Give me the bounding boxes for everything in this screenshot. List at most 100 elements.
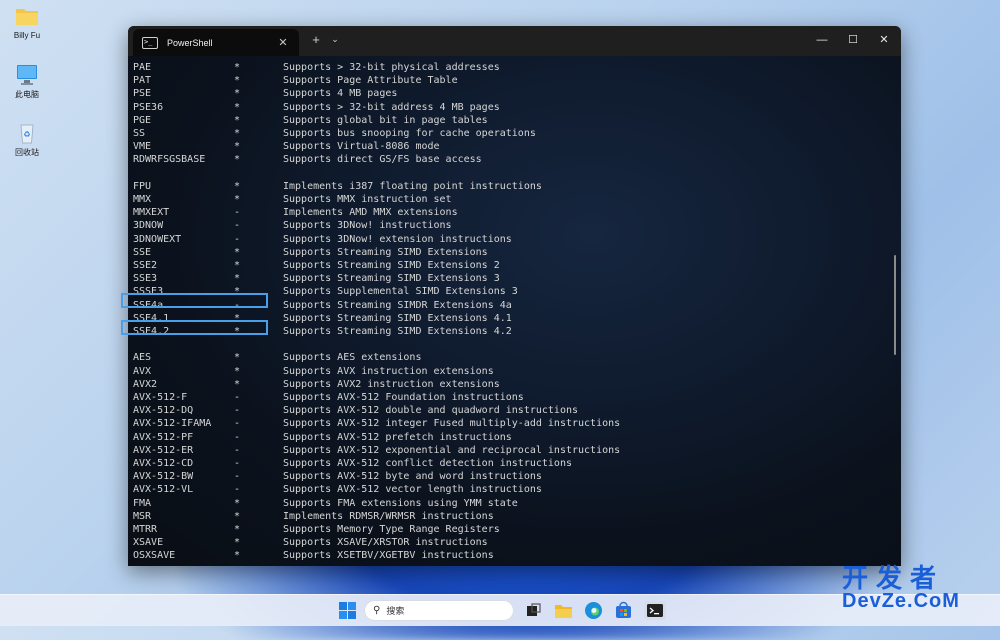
terminal-flag: * bbox=[234, 75, 241, 87]
terminal-name: AES bbox=[133, 352, 152, 364]
terminal-desc: Supports Streaming SIMD Extensions 4.1 bbox=[283, 312, 512, 324]
terminal-desc: Implements RDMSR/WRMSR instructions bbox=[283, 510, 494, 522]
terminal-desc: Supports AES extensions bbox=[283, 352, 422, 364]
terminal-name: AVX-512-DQ bbox=[133, 405, 194, 417]
terminal-name: FMA bbox=[133, 497, 152, 509]
terminal-flag: * bbox=[234, 114, 241, 126]
svg-text:♻: ♻ bbox=[23, 130, 30, 139]
terminal-icon[interactable] bbox=[644, 601, 666, 620]
terminal-desc: Supports AVX instruction extensions bbox=[283, 365, 494, 377]
terminal-name: AVX-512-PF bbox=[133, 431, 194, 443]
terminal-flag: - bbox=[234, 392, 241, 403]
terminal-desc: Supports Page Attribute Table bbox=[283, 75, 458, 87]
new-tab-button[interactable]: + bbox=[309, 32, 323, 47]
tab-powershell[interactable]: >_ PowerShell ✕ bbox=[133, 29, 299, 56]
terminal-flag: - bbox=[234, 405, 241, 417]
terminal-name: RDWRFSGSBASE bbox=[133, 154, 206, 166]
terminal-flag: * bbox=[234, 154, 241, 166]
terminal-desc: Supports 3DNow! instructions bbox=[283, 220, 452, 232]
watermark-line2: DevZe.CoM bbox=[842, 590, 960, 612]
terminal-desc: Supports 4 MB pages bbox=[283, 88, 398, 100]
terminal-flag: * bbox=[234, 352, 241, 364]
powershell-icon: >_ bbox=[142, 36, 158, 49]
terminal-flag: * bbox=[234, 194, 241, 205]
terminal-desc: Supports Supplemental SIMD Extensions 3 bbox=[283, 286, 518, 298]
terminal-flag: * bbox=[234, 260, 241, 271]
taskbar-search[interactable]: ⚲ 搜索 bbox=[364, 600, 514, 621]
desktop-icon-recycle-bin[interactable]: ♻ 回收站 bbox=[6, 122, 48, 158]
terminal-name: MSR bbox=[133, 510, 152, 522]
terminal-output[interactable]: PAE * Supports > 32-bit physical addresses… bbox=[128, 56, 901, 566]
microsoft-store-icon[interactable] bbox=[614, 601, 633, 620]
terminal-name: VME bbox=[133, 141, 152, 153]
task-view-icon[interactable] bbox=[524, 601, 543, 620]
tab-dropdown-button[interactable]: ⌄ bbox=[329, 34, 341, 45]
desktop-icon-this-pc[interactable]: 此电脑 bbox=[6, 64, 48, 100]
file-explorer-icon[interactable] bbox=[554, 601, 573, 620]
recycle-bin-icon: ♻ bbox=[15, 122, 39, 144]
terminal-flag: * bbox=[234, 510, 241, 522]
terminal-name: PGE bbox=[133, 114, 152, 126]
terminal-flag: * bbox=[234, 180, 241, 192]
maximize-button[interactable]: ☐ bbox=[843, 31, 863, 49]
terminal-name: AVX-512-IFAMA bbox=[133, 418, 212, 430]
desktop-icon-label: Billy Fu bbox=[13, 31, 41, 40]
terminal-name: 3DNOW bbox=[133, 220, 164, 232]
terminal-flag: - bbox=[234, 471, 241, 483]
terminal-desc: Implements i387 floating point instructi… bbox=[283, 180, 542, 192]
terminal-desc: Supports AVX-512 prefetch instructions bbox=[283, 431, 512, 443]
terminal-desc: Supports AVX2 instruction extensions bbox=[283, 378, 500, 390]
highlight-box-sse4-2 bbox=[121, 320, 268, 335]
terminal-desc: Supports AVX-512 exponential and recipro… bbox=[283, 444, 621, 456]
minimize-button[interactable]: — bbox=[812, 31, 832, 49]
terminal-flag: - bbox=[234, 458, 241, 469]
windows-start-icon[interactable] bbox=[338, 601, 357, 620]
terminal-flag: - bbox=[234, 233, 241, 245]
terminal-desc: Supports XSAVE/XRSTOR instructions bbox=[283, 537, 488, 549]
terminal-flag: * bbox=[234, 497, 241, 509]
terminal-name: AVX-512-BW bbox=[133, 471, 194, 483]
terminal-flag: * bbox=[234, 365, 241, 377]
terminal-name: MTRR bbox=[133, 524, 158, 535]
terminal-desc: Supports Streaming SIMDR Extensions 4a bbox=[283, 299, 512, 311]
terminal-flag: - bbox=[234, 444, 241, 456]
computer-icon bbox=[15, 64, 39, 86]
terminal-flag: * bbox=[234, 62, 241, 73]
terminal-desc: Supports Streaming SIMD Extensions 4.2 bbox=[283, 326, 512, 337]
terminal-desc: Supports AVX-512 byte and word instructi… bbox=[283, 471, 542, 483]
terminal-name: AVX2 bbox=[133, 378, 158, 390]
terminal-flag: * bbox=[234, 141, 241, 153]
terminal-desc: Supports FMA extensions using YMM state bbox=[283, 497, 518, 509]
terminal-desc: Supports Streaming SIMD Extensions 2 bbox=[283, 260, 500, 271]
terminal-name: SSE2 bbox=[133, 260, 158, 271]
terminal-name: FPU bbox=[133, 180, 152, 192]
terminal-desc: Supports > 32-bit physical addresses bbox=[283, 62, 500, 73]
close-button[interactable]: ✕ bbox=[874, 31, 894, 49]
terminal-desc: Supports Virtual-8086 mode bbox=[283, 141, 440, 153]
terminal-desc: Supports Streaming SIMD Extensions bbox=[283, 246, 488, 258]
terminal-name: AVX bbox=[133, 365, 152, 377]
folder-icon bbox=[15, 6, 39, 28]
desktop-icon-label: 回收站 bbox=[15, 148, 39, 157]
terminal-flag: * bbox=[234, 550, 241, 562]
terminal-flag: * bbox=[234, 378, 241, 390]
edge-browser-icon[interactable] bbox=[584, 601, 603, 620]
terminal-name: OSXSAVE bbox=[133, 550, 176, 562]
terminal-name: PAE bbox=[133, 62, 152, 73]
terminal-name: MMXEXT bbox=[133, 207, 170, 219]
terminal-scrollbar[interactable] bbox=[894, 255, 896, 355]
terminal-name: XSAVE bbox=[133, 537, 164, 549]
desktop-icon-user-folder[interactable]: Billy Fu bbox=[6, 6, 48, 40]
terminal-desc: Supports Memory Type Range Registers bbox=[283, 524, 500, 535]
tab-close-button[interactable]: ✕ bbox=[277, 36, 289, 49]
terminal-name: SSE bbox=[133, 246, 152, 258]
desktop-icon-label: 此电脑 bbox=[15, 90, 39, 99]
terminal-name: SSE3 bbox=[133, 273, 158, 285]
terminal-name: PSE36 bbox=[133, 101, 164, 113]
terminal-name: PSE bbox=[133, 88, 152, 100]
title-bar[interactable]: >_ PowerShell ✕ + ⌄ — ☐ ✕ bbox=[128, 26, 901, 56]
terminal-name: AVX-512-ER bbox=[133, 444, 194, 456]
terminal-flag: * bbox=[234, 537, 241, 549]
terminal-name: MMX bbox=[133, 194, 152, 205]
terminal-flag: * bbox=[234, 128, 241, 139]
